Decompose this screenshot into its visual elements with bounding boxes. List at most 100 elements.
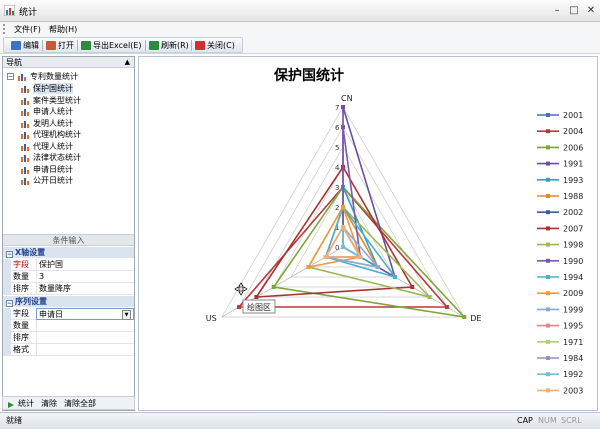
collapse-icon[interactable]: −	[7, 73, 14, 80]
legend-item: 1971	[537, 338, 583, 347]
window-title: 统计	[19, 5, 37, 18]
legend-marker	[546, 178, 550, 182]
nav-item[interactable]: 申请日统计	[21, 164, 131, 175]
data-point	[341, 205, 345, 209]
menu-bar: 文件(F) 帮助(H)	[0, 22, 600, 36]
legend-marker	[546, 372, 550, 376]
legend-marker	[546, 356, 550, 360]
action-bar: 统计 清除 清除全部	[2, 396, 135, 410]
refresh-button[interactable]: 刷新(R)	[148, 39, 189, 52]
legend-marker	[546, 291, 550, 295]
nav-item[interactable]: 代理人统计	[21, 141, 131, 152]
open-icon	[46, 41, 56, 50]
nav-item[interactable]: 代理机构统计	[21, 129, 131, 140]
series-1990	[341, 125, 362, 259]
radar-chart: 保护国统计 01234567 CNDEUS 200120042006199119…	[139, 57, 597, 410]
collapse-icon[interactable]: −	[6, 300, 13, 307]
series-sort-row[interactable]: 排序	[3, 332, 134, 344]
legend-item: 2003	[537, 386, 583, 395]
series-sort-value[interactable]	[36, 332, 134, 344]
legend-marker	[546, 162, 550, 166]
toolbar-separator	[145, 40, 146, 51]
close-button-label: 关闭(C)	[207, 41, 235, 50]
series-field-row[interactable]: 字段 申请日 ▼	[3, 308, 134, 320]
nav-item[interactable]: 保护国统计	[21, 83, 131, 94]
x-sort-key: 排序	[13, 283, 33, 295]
legend-item: 2004	[537, 127, 583, 136]
legend-label: 1971	[563, 338, 583, 347]
series-count-row[interactable]: 数量	[3, 320, 134, 332]
close-icon	[195, 41, 205, 50]
plot-area-tooltip: 绘图区	[243, 300, 275, 313]
nav-item-label: 案件类型统计	[33, 95, 81, 106]
legend-item: 1994	[537, 273, 583, 282]
status-scrl: SCRL	[561, 413, 582, 429]
series-group-header[interactable]: −序列设置	[3, 296, 134, 307]
data-point	[410, 285, 414, 289]
data-point	[462, 315, 466, 319]
legend-marker	[546, 243, 550, 247]
x-sort-row[interactable]: 排序 数量降序	[3, 283, 134, 295]
legend-item: 2006	[537, 143, 583, 152]
menu-help[interactable]: 帮助(H)	[49, 24, 77, 35]
open-button[interactable]: 打开	[45, 39, 74, 52]
pin-icon[interactable]: ▲	[125, 57, 130, 68]
legend-item: 1998	[537, 241, 583, 250]
legend-label: 1999	[563, 305, 583, 314]
maximize-button[interactable]: □	[566, 4, 582, 17]
legend-item: 1993	[537, 176, 583, 185]
series-format-row[interactable]: 格式	[3, 344, 134, 356]
status-num: NUM	[538, 413, 557, 429]
tooltip-text: 绘图区	[247, 302, 271, 312]
legend-label: 2004	[563, 127, 583, 136]
nav-item-label: 申请日统计	[33, 164, 73, 175]
x-sort-value[interactable]: 数量降序	[36, 283, 134, 295]
open-button-label: 打开	[58, 41, 74, 50]
data-point	[445, 305, 449, 309]
data-point	[324, 255, 328, 259]
x-field-row[interactable]: 字段 保护国	[3, 259, 134, 271]
tree-root[interactable]: − 专利数量统计	[7, 71, 132, 82]
series-format-value[interactable]	[36, 344, 134, 356]
minimize-button[interactable]: –	[549, 4, 565, 17]
legend-label: 2003	[563, 386, 583, 395]
legend-item: 2002	[537, 208, 583, 217]
clear-all-button[interactable]: 清除全部	[64, 397, 96, 410]
data-point	[306, 265, 310, 269]
nav-item-label: 代理机构统计	[33, 129, 81, 140]
nav-item[interactable]: 法律状态统计	[21, 152, 131, 163]
nav-item-label: 保护国统计	[33, 83, 73, 94]
stat-button[interactable]: 统计	[18, 397, 34, 410]
chevron-down-icon[interactable]: ▼	[122, 310, 131, 320]
data-point	[341, 245, 345, 249]
collapse-icon[interactable]: −	[6, 251, 13, 258]
nav-item[interactable]: 公开日统计	[21, 175, 131, 186]
nav-item[interactable]: 案件类型统计	[21, 95, 131, 106]
x-field-value[interactable]: 保护国	[36, 259, 134, 271]
legend-item: 1992	[537, 370, 583, 379]
edit-icon	[11, 41, 21, 50]
series-format-key: 格式	[13, 344, 33, 356]
export-excel-button[interactable]: 导出Excel(E)	[80, 39, 142, 52]
conditions-header: 条件输入	[3, 234, 134, 246]
menu-file[interactable]: 文件(F)	[14, 24, 41, 35]
chart-pane[interactable]: 保护国统计 01234567 CNDEUS 200120042006199119…	[138, 56, 598, 411]
clear-button[interactable]: 清除	[41, 397, 57, 410]
x-count-value[interactable]: 3	[36, 271, 134, 283]
legend-label: 1992	[563, 370, 583, 379]
legend-item: 1991	[537, 160, 583, 169]
series-count-value[interactable]	[36, 320, 134, 332]
category-label: DE	[470, 314, 481, 323]
nav-item[interactable]: 发明人统计	[21, 118, 131, 129]
x-count-row[interactable]: 数量 3	[3, 271, 134, 283]
x-axis-group-header[interactable]: −X轴设置	[3, 247, 134, 258]
close-button[interactable]: 关闭(C)	[194, 39, 235, 52]
stat-icon	[7, 400, 15, 408]
edit-button[interactable]: 编辑	[10, 39, 39, 52]
close-window-button[interactable]: ✕	[583, 4, 599, 17]
data-point	[237, 305, 241, 309]
nav-item[interactable]: 申请人统计	[21, 106, 131, 117]
status-ready: 就绪	[6, 413, 22, 429]
row-margin	[3, 332, 11, 344]
series-field-select[interactable]: 申请日 ▼	[36, 308, 134, 320]
